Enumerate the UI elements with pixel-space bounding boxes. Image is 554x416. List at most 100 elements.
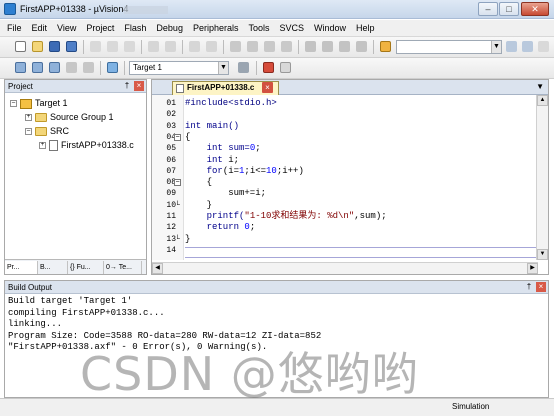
save-icon[interactable] <box>49 41 60 52</box>
tree-src-label: SRC <box>50 126 70 136</box>
nav-forward-icon[interactable] <box>206 41 217 52</box>
incremental-find-icon[interactable] <box>522 41 533 52</box>
comment-icon[interactable] <box>339 41 350 52</box>
collapse-icon[interactable]: – <box>10 100 17 108</box>
code-line: { <box>185 131 191 142</box>
open-folder-icon[interactable] <box>32 41 43 52</box>
pin-icon[interactable]: † <box>524 282 534 292</box>
tree-target[interactable]: – Target 1 <box>10 97 68 110</box>
uncomment-icon[interactable] <box>356 41 367 52</box>
paste-icon[interactable] <box>124 41 135 52</box>
menu-project[interactable]: Project <box>81 20 119 37</box>
minimize-button[interactable]: – <box>478 2 498 16</box>
menu-peripherals[interactable]: Peripherals <box>188 20 244 37</box>
close-icon[interactable]: × <box>536 282 546 292</box>
find-combo[interactable]: ▼ <box>396 40 502 54</box>
download-icon[interactable] <box>107 62 118 73</box>
find-in-files-icon[interactable] <box>380 41 391 52</box>
build-output-title: Build Output <box>8 283 53 292</box>
scroll-down-icon[interactable]: ▼ <box>537 249 548 260</box>
maximize-button[interactable]: □ <box>499 2 519 16</box>
undo-icon[interactable] <box>148 41 159 52</box>
bookmark-toggle-icon[interactable] <box>230 41 241 52</box>
bookmark-clear-icon[interactable] <box>281 41 292 52</box>
close-tab-icon[interactable]: × <box>262 82 273 93</box>
new-file-icon[interactable] <box>15 41 26 52</box>
save-all-icon[interactable] <box>66 41 77 52</box>
target-select[interactable]: Target 1 ▼ <box>129 61 229 75</box>
indent-icon[interactable] <box>305 41 316 52</box>
project-panel: Project † × – Target 1 + Source Group 1 – S… <box>4 79 147 275</box>
code-area[interactable]: #include<stdio.h> int main() { int sum=0… <box>185 95 536 260</box>
menu-help[interactable]: Help <box>351 20 380 37</box>
line-number: 11 <box>166 212 176 221</box>
chevron-down-icon[interactable]: ▼ <box>218 62 228 74</box>
menu-debug[interactable]: Debug <box>151 20 188 37</box>
file-extensions-icon[interactable] <box>280 62 291 73</box>
build-icon[interactable] <box>32 62 43 73</box>
menu-edit[interactable]: Edit <box>27 20 53 37</box>
code-line: int main() <box>185 120 240 131</box>
translate-icon[interactable] <box>15 62 26 73</box>
line-number: 07 <box>166 166 176 176</box>
vertical-scrollbar[interactable]: ▲ ▼ <box>536 95 548 260</box>
close-button[interactable]: ✕ <box>521 2 549 16</box>
cut-icon[interactable] <box>90 41 101 52</box>
menu-flash[interactable]: Flash <box>119 20 151 37</box>
batch-build-icon[interactable] <box>66 62 77 73</box>
target-select-value: Target 1 <box>133 63 162 72</box>
expand-icon[interactable]: + <box>39 142 46 150</box>
bookmark-prev-icon[interactable] <box>247 41 258 52</box>
bookmark-next-icon[interactable] <box>264 41 275 52</box>
project-panel-title: Project <box>8 82 33 91</box>
code-line: #include<stdio.h> <box>185 98 277 108</box>
app-icon <box>4 3 16 15</box>
redo-icon[interactable] <box>165 41 176 52</box>
project-tabs: Pr... B...{} Fu... 0→ Te... <box>5 259 146 274</box>
scroll-up-icon[interactable]: ▲ <box>537 95 548 106</box>
target-options-icon[interactable] <box>238 62 249 73</box>
nav-back-icon[interactable] <box>189 41 200 52</box>
manage-components-icon[interactable] <box>263 62 274 73</box>
expand-icon[interactable]: + <box>25 114 32 122</box>
file-toolbar: ▼ <box>0 37 554 58</box>
tab-menu-icon[interactable]: ▼ <box>536 82 544 91</box>
pin-icon[interactable]: † <box>122 81 132 91</box>
collapse-icon[interactable]: – <box>25 128 32 136</box>
scroll-left-icon[interactable]: ◀ <box>152 263 163 274</box>
window-title: FirstAPP+01338 - µVision4 <box>20 4 129 14</box>
tab-templates[interactable]: 0→ Te... <box>104 261 142 274</box>
fold-collapse-icon[interactable]: − <box>174 179 181 186</box>
rebuild-icon[interactable] <box>49 62 60 73</box>
tab-project[interactable]: Pr... <box>5 261 38 274</box>
tree-src-group[interactable]: – SRC <box>25 125 69 138</box>
folder-icon <box>35 113 47 123</box>
line-number: 03 <box>166 121 176 131</box>
tab-functions[interactable]: {} Fu... <box>68 261 104 274</box>
line-number: 02 <box>166 110 176 120</box>
editor-tabbar: FirstAPP+01338.c × ▼ <box>152 80 548 95</box>
tree-source-group[interactable]: + Source Group 1 <box>25 111 114 124</box>
menu-svcs[interactable]: SVCS <box>275 20 310 37</box>
tree-file[interactable]: + FirstAPP+01338.c <box>39 139 134 152</box>
project-panel-header: Project † × <box>5 80 146 93</box>
stop-build-icon[interactable] <box>83 62 94 73</box>
code-line: int i; <box>185 154 240 165</box>
code-line: return 0; <box>185 222 256 233</box>
line-number: 05 <box>166 144 176 154</box>
scroll-right-icon[interactable]: ▶ <box>527 263 538 274</box>
menu-window[interactable]: Window <box>309 20 351 37</box>
chevron-down-icon[interactable]: ▼ <box>491 41 501 53</box>
fold-collapse-icon[interactable]: − <box>174 134 181 141</box>
menu-view[interactable]: View <box>52 20 81 37</box>
fold-end-icon: └ <box>175 236 180 243</box>
menu-file[interactable]: File <box>0 20 27 37</box>
tab-books[interactable]: B... <box>38 261 68 274</box>
unindent-icon[interactable] <box>322 41 333 52</box>
copy-icon[interactable] <box>107 41 118 52</box>
horizontal-scrollbar[interactable]: ◀ ▶ <box>152 262 538 274</box>
config-icon[interactable] <box>538 41 549 52</box>
close-icon[interactable]: × <box>134 81 144 91</box>
find-icon[interactable] <box>506 41 517 52</box>
menu-tools[interactable]: Tools <box>243 20 274 37</box>
